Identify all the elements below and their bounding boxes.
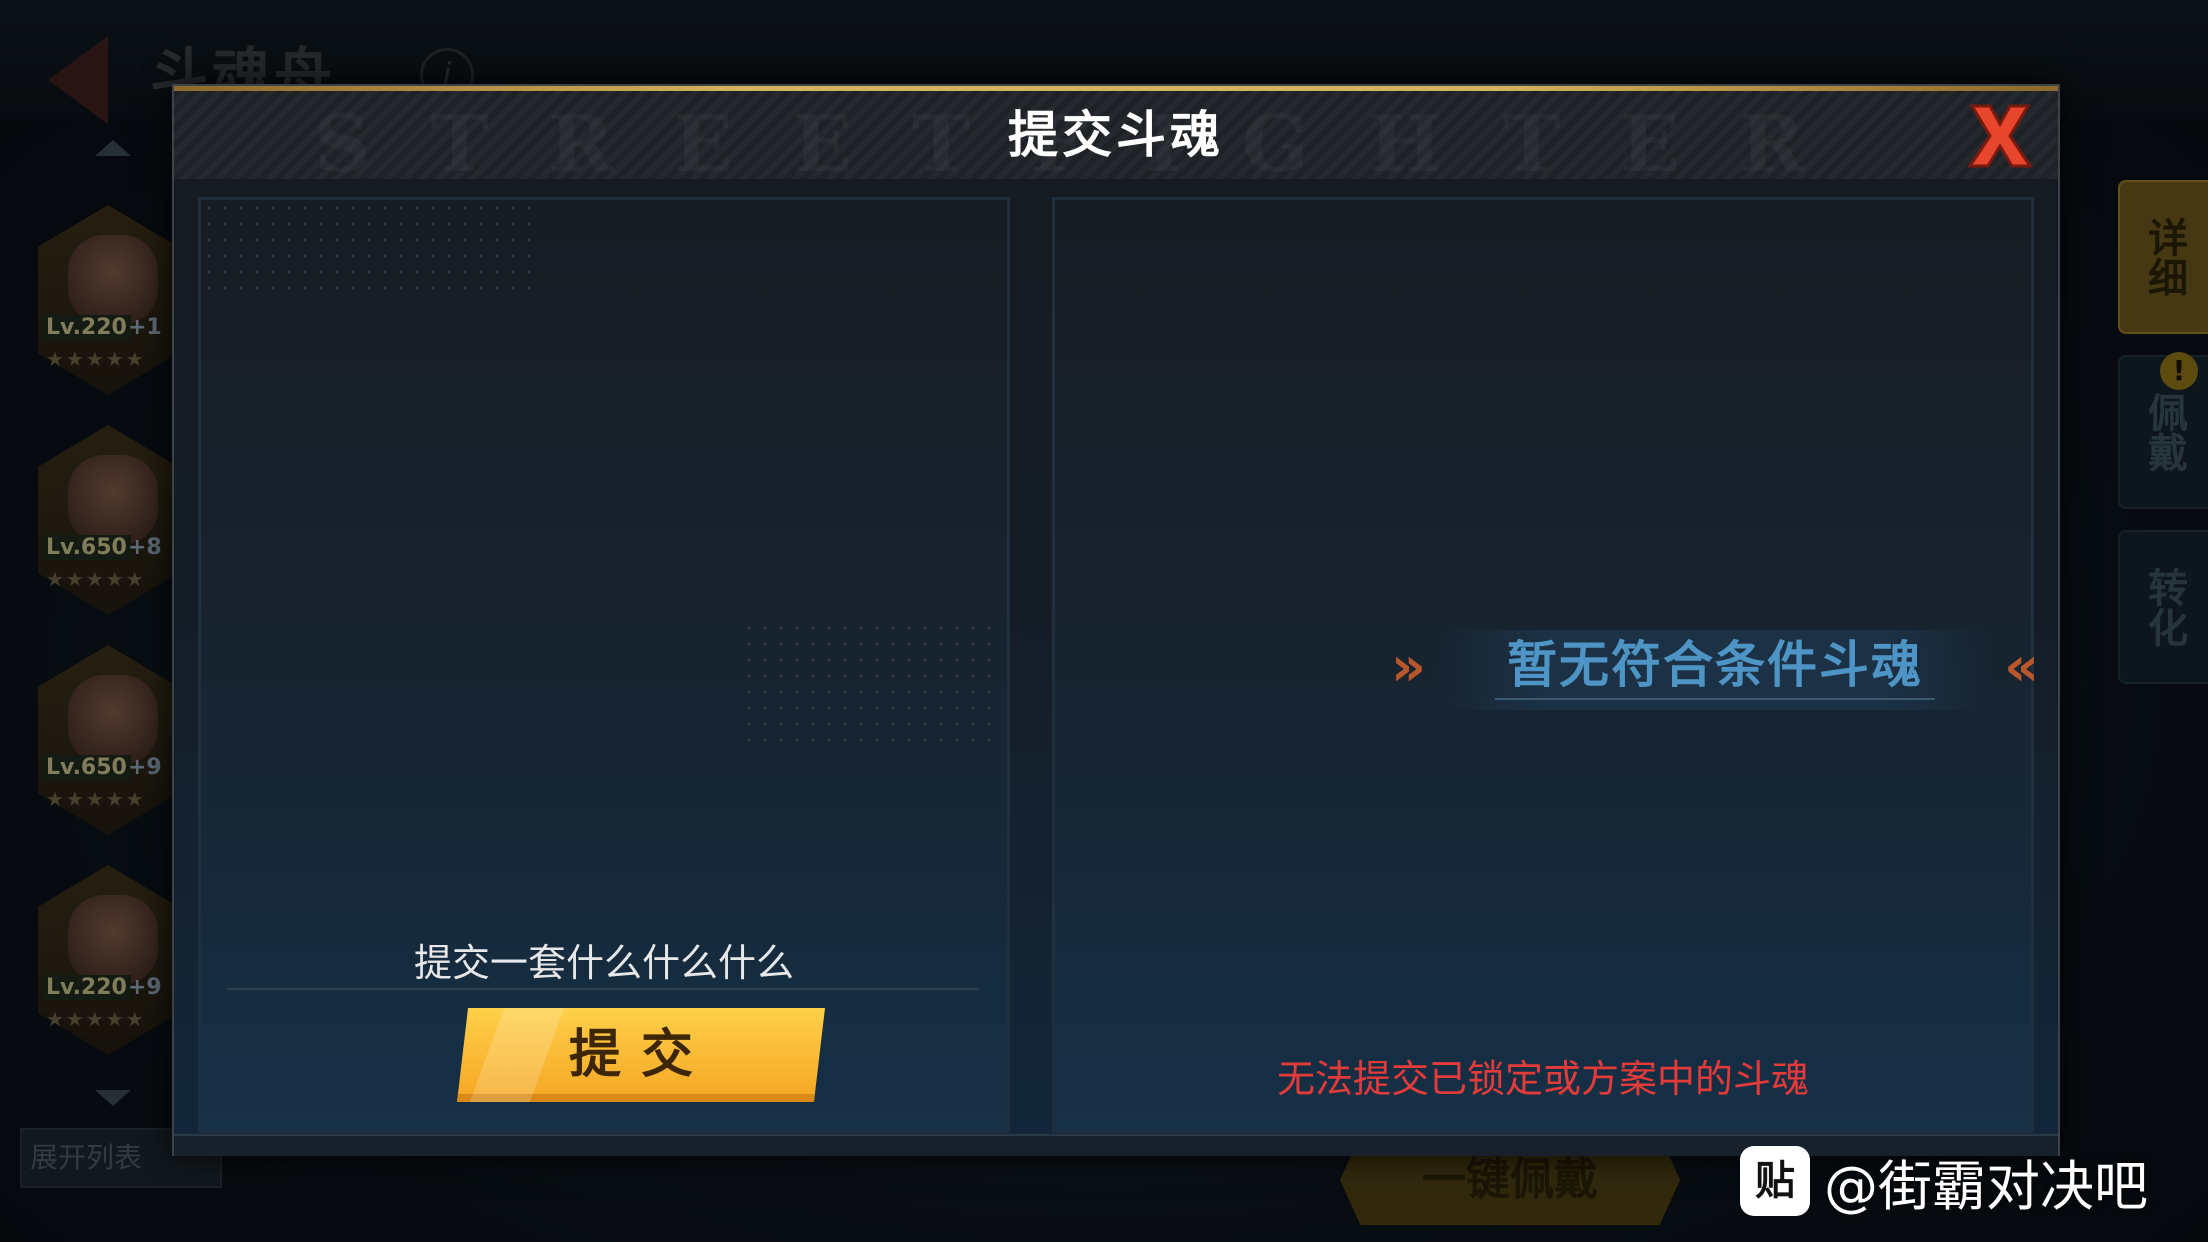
close-icon[interactable] xyxy=(1964,100,2036,172)
divider xyxy=(227,988,979,990)
dot-pattern xyxy=(741,620,1001,750)
locked-soul-warning: 无法提交已锁定或方案中的斗魂 xyxy=(1276,1057,1809,1101)
submit-description: 提交一套什么什么什么 xyxy=(413,941,794,985)
chevron-right-icon: » xyxy=(1391,635,1426,698)
chevron-left-icon: « xyxy=(2004,635,2039,698)
watermark-text: @街霸对决吧 xyxy=(1824,1154,2148,1218)
empty-state-underline xyxy=(1495,698,1935,700)
tieba-logo-icon: 贴 xyxy=(1740,1146,1810,1216)
empty-state-banner: » 暂无符合条件斗魂 « xyxy=(1391,630,2039,710)
dot-pattern xyxy=(201,200,531,290)
submit-button[interactable]: 提交 xyxy=(457,1008,825,1102)
dialog-body: 提交一套什么什么什么 提交 » 暂无符合条件斗魂 « 无法提交已锁定或方案中的斗… xyxy=(174,179,2058,1154)
submit-button-label: 提交 xyxy=(568,1025,713,1085)
dialog-title: 提交斗魂 xyxy=(1008,105,1224,164)
submit-soul-dialog: STREETFIGHTER 提交斗魂 提交一套什么什么什么 提交 » 暂无符合条… xyxy=(172,84,2060,1156)
empty-state-text: 暂无符合条件斗魂 xyxy=(1507,636,1923,694)
tieba-watermark: 贴 @街霸对决吧 xyxy=(1740,1146,2148,1218)
submit-panel: 提交一套什么什么什么 提交 xyxy=(198,197,1010,1133)
soul-list-panel: » 暂无符合条件斗魂 « 无法提交已锁定或方案中的斗魂 xyxy=(1052,197,2039,1133)
